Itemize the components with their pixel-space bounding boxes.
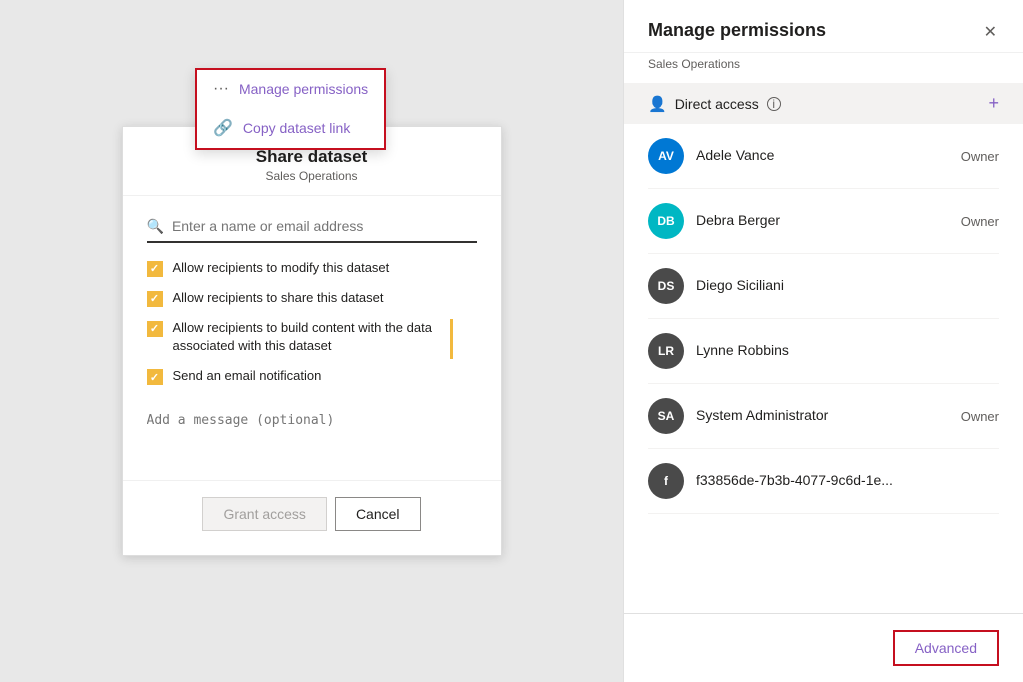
checkbox-label-2: Allow recipients to share this dataset xyxy=(173,289,384,307)
share-dialog-subtitle: Sales Operations xyxy=(147,169,477,183)
user-name: f33856de-7b3b-4077-9c6d-1e... xyxy=(696,472,893,488)
avatar: f xyxy=(648,463,684,499)
checkbox-3[interactable]: ✓ xyxy=(147,321,163,337)
check-mark-2: ✓ xyxy=(150,292,159,305)
user-name: Adele Vance xyxy=(696,147,774,163)
main-container: Share dataset Sales Operations 🔍 ✓ Allow… xyxy=(0,0,1023,682)
user-info: Debra Berger xyxy=(696,212,949,230)
dots-icon: ··· xyxy=(213,80,229,98)
manage-header: Manage permissions ✕ xyxy=(624,0,1023,53)
checkbox-label-1: Allow recipients to modify this dataset xyxy=(173,259,390,277)
checkbox-label-4: Send an email notification xyxy=(173,367,322,385)
user-name: Diego Siciliani xyxy=(696,277,784,293)
user-info: Adele Vance xyxy=(696,147,949,165)
checkbox-label-3: Allow recipients to build content with t… xyxy=(173,319,477,355)
check-mark-3: ✓ xyxy=(150,322,159,335)
checkbox-item-2[interactable]: ✓ Allow recipients to share this dataset xyxy=(147,289,477,307)
checkbox-item-3[interactable]: ✓ Allow recipients to build content with… xyxy=(147,319,477,355)
user-item: f f33856de-7b3b-4077-9c6d-1e... xyxy=(648,449,999,514)
avatar: LR xyxy=(648,333,684,369)
close-button[interactable]: ✕ xyxy=(982,20,999,44)
user-name: Lynne Robbins xyxy=(696,342,789,358)
direct-access-bar: 👤 Direct access i + xyxy=(624,83,1023,124)
add-button[interactable]: + xyxy=(988,93,999,114)
user-info: f33856de-7b3b-4077-9c6d-1e... xyxy=(696,472,987,490)
grant-access-button[interactable]: Grant access xyxy=(202,497,326,531)
search-box[interactable]: 🔍 xyxy=(147,212,477,243)
message-textarea[interactable] xyxy=(147,405,477,451)
search-icon: 🔍 xyxy=(147,218,164,235)
user-item: LR Lynne Robbins xyxy=(648,319,999,384)
checkbox-1[interactable]: ✓ xyxy=(147,261,163,277)
check-mark-1: ✓ xyxy=(150,262,159,275)
user-role: Owner xyxy=(961,409,999,424)
avatar: AV xyxy=(648,138,684,174)
context-menu-item-manage[interactable]: ··· Manage permissions xyxy=(197,70,384,108)
dialog-footer: Grant access Cancel xyxy=(123,480,501,555)
checkbox-item-1[interactable]: ✓ Allow recipients to modify this datase… xyxy=(147,259,477,277)
user-item: AV Adele Vance Owner xyxy=(648,124,999,189)
user-info: System Administrator xyxy=(696,407,949,425)
user-name: Debra Berger xyxy=(696,212,780,228)
direct-access-text: Direct access xyxy=(675,96,759,112)
avatar: DB xyxy=(648,203,684,239)
advanced-button[interactable]: Advanced xyxy=(893,630,999,666)
share-dialog-body: 🔍 ✓ Allow recipients to modify this data… xyxy=(123,196,501,481)
context-menu-item-copy[interactable]: 🔗 Copy dataset link xyxy=(197,108,384,148)
info-icon[interactable]: i xyxy=(767,97,781,111)
checkbox-item-4[interactable]: ✓ Send an email notification xyxy=(147,367,477,385)
right-panel: Manage permissions ✕ Sales Operations 👤 … xyxy=(623,0,1023,682)
manage-footer: Advanced xyxy=(624,613,1023,682)
manage-title: Manage permissions xyxy=(648,20,826,41)
user-info: Diego Siciliani xyxy=(696,277,987,295)
user-role: Owner xyxy=(961,149,999,164)
manage-permissions-option[interactable]: Manage permissions xyxy=(239,81,368,97)
direct-access-label: 👤 Direct access i xyxy=(648,95,781,113)
user-item: SA System Administrator Owner xyxy=(648,384,999,449)
person-icon: 👤 xyxy=(648,95,667,113)
context-menu: ··· Manage permissions 🔗 Copy dataset li… xyxy=(195,68,386,150)
search-input[interactable] xyxy=(172,218,477,234)
user-item: DS Diego Siciliani xyxy=(648,254,999,319)
avatar: DS xyxy=(648,268,684,304)
copy-dataset-link-option[interactable]: Copy dataset link xyxy=(243,120,350,136)
checkbox-group: ✓ Allow recipients to modify this datase… xyxy=(147,259,477,386)
yellow-bar xyxy=(450,319,453,359)
left-panel: Share dataset Sales Operations 🔍 ✓ Allow… xyxy=(0,0,623,682)
check-mark-4: ✓ xyxy=(150,371,159,384)
users-list: AV Adele Vance Owner DB Debra Berger Own… xyxy=(624,124,1023,613)
user-info: Lynne Robbins xyxy=(696,342,987,360)
copy-icon: 🔗 xyxy=(213,118,233,138)
cancel-button[interactable]: Cancel xyxy=(335,497,421,531)
user-role: Owner xyxy=(961,214,999,229)
checkbox-2[interactable]: ✓ xyxy=(147,291,163,307)
manage-subtitle: Sales Operations xyxy=(624,53,1023,83)
user-name: System Administrator xyxy=(696,407,828,423)
avatar: SA xyxy=(648,398,684,434)
user-item: DB Debra Berger Owner xyxy=(648,189,999,254)
share-dialog: Share dataset Sales Operations 🔍 ✓ Allow… xyxy=(122,126,502,557)
checkbox-4[interactable]: ✓ xyxy=(147,369,163,385)
